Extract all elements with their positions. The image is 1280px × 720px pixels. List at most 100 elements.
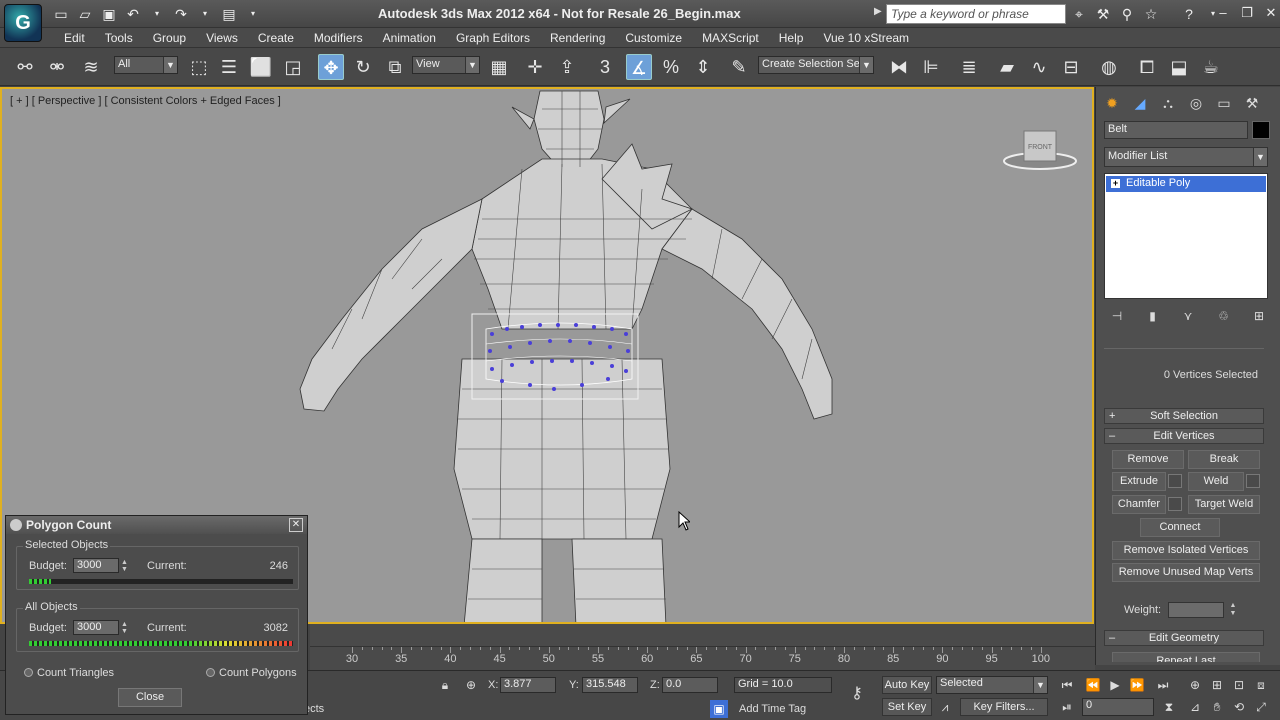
track-bar[interactable]: 30 35 40 45 50 55 60 65 70 75 80 85 90 95 100	[310, 646, 1095, 668]
spinner-snap-icon[interactable]: ⇕	[690, 54, 716, 80]
save-icon[interactable]: ▣	[100, 5, 118, 23]
zoom-icon[interactable]: ⊕	[1186, 676, 1204, 694]
show-end-result-icon[interactable]: ▮	[1144, 307, 1162, 325]
weight-spinner-icon[interactable]: ▲ ▼	[1228, 602, 1238, 618]
material-editor-icon[interactable]: ◍	[1096, 54, 1122, 80]
zoom-all-icon[interactable]: ⊞	[1208, 676, 1226, 694]
object-color-swatch[interactable]	[1252, 121, 1270, 139]
count-polygons-radio[interactable]: Count Polygons	[206, 667, 297, 679]
extrude-settings-icon[interactable]	[1168, 474, 1182, 488]
edit-vertices-rollout[interactable]: – Edit Vertices	[1104, 428, 1264, 444]
curve-editor-icon[interactable]: ∿	[1026, 54, 1052, 80]
pan-view-icon[interactable]: ✋︎	[1208, 698, 1226, 716]
close-button[interactable]: Close	[118, 688, 182, 707]
close-icon[interactable]: ✕	[1262, 4, 1280, 22]
menu-edit[interactable]: Edit	[54, 31, 95, 45]
modifier-stack-item[interactable]: + Editable Poly	[1106, 176, 1266, 192]
search-input[interactable]: Type a keyword or phrase	[886, 4, 1066, 24]
target-weld-button[interactable]: Target Weld	[1188, 495, 1260, 514]
menu-graph-editors[interactable]: Graph Editors	[446, 31, 540, 45]
schematic-view-icon[interactable]: ⊟	[1058, 54, 1084, 80]
align-icon[interactable]: ⊫	[918, 54, 944, 80]
menu-animation[interactable]: Animation	[373, 31, 446, 45]
subscription-icon[interactable]: ⚒	[1094, 5, 1112, 23]
repeat-last-button[interactable]: Repeat Last	[1112, 652, 1260, 662]
percent-snap-icon[interactable]: %	[658, 54, 684, 80]
soft-selection-rollout[interactable]: + Soft Selection	[1104, 408, 1264, 424]
set-key-curve-icon[interactable]: ⩘	[936, 698, 954, 716]
pivot-center-icon[interactable]: ▦	[486, 54, 512, 80]
redo-icon[interactable]: ↷	[172, 5, 190, 23]
modify-tab-icon[interactable]: ◢	[1130, 93, 1150, 113]
make-unique-icon[interactable]: ⋎	[1179, 307, 1197, 325]
configure-modifier-sets-icon[interactable]: ⊞	[1250, 307, 1268, 325]
project-folder-icon[interactable]: ▤	[220, 5, 238, 23]
open-file-icon[interactable]: ▱	[76, 5, 94, 23]
selection-filter-dropdown[interactable]: All ▼	[114, 56, 178, 74]
remove-isolated-vertices-button[interactable]: Remove Isolated Vertices	[1112, 541, 1260, 560]
select-and-rotate-icon[interactable]: ↻	[350, 54, 376, 80]
edit-geometry-rollout[interactable]: – Edit Geometry	[1104, 630, 1264, 646]
customize-dropdown-icon[interactable]: ▾	[244, 5, 262, 23]
menu-group[interactable]: Group	[143, 31, 196, 45]
redo-dropdown-icon[interactable]: ▾	[196, 5, 214, 23]
window-crossing-icon[interactable]: ◲	[280, 54, 306, 80]
select-by-name-icon[interactable]: ☰	[216, 54, 242, 80]
time-slider[interactable]: 30 35 40 45 50 55 60 65 70 75 80 85 90 95 100	[310, 624, 1095, 670]
add-time-tag[interactable]: Add Time Tag	[739, 703, 806, 715]
create-tab-icon[interactable]: ✹	[1102, 93, 1122, 113]
go-to-start-icon[interactable]: ⏮	[1058, 676, 1076, 694]
display-tab-icon[interactable]: ▭	[1214, 93, 1234, 113]
menu-tools[interactable]: Tools	[95, 31, 143, 45]
extrude-button[interactable]: Extrude	[1112, 472, 1166, 491]
close-icon[interactable]: ✕	[289, 518, 303, 532]
keyboard-shortcut-override-icon[interactable]: ⇪	[554, 54, 580, 80]
bind-space-warp-icon[interactable]: ≋	[78, 54, 104, 80]
key-set-dropdown[interactable]: Selected ▼	[936, 676, 1048, 694]
chamfer-settings-icon[interactable]	[1168, 497, 1182, 511]
menu-maxscript[interactable]: MAXScript	[692, 31, 769, 45]
graphite-modeling-icon[interactable]: ▰	[994, 54, 1020, 80]
go-to-end-icon[interactable]: ⏭	[1154, 676, 1172, 694]
object-name-field[interactable]: Belt	[1104, 121, 1248, 139]
maximize-viewport-icon[interactable]: ⤢	[1252, 698, 1270, 716]
menu-modifiers[interactable]: Modifiers	[304, 31, 373, 45]
minimize-icon[interactable]: –	[1214, 4, 1232, 22]
key-filters-button[interactable]: Key Filters...	[960, 698, 1048, 716]
current-frame-field[interactable]: 0	[1082, 698, 1154, 716]
undo-dropdown-icon[interactable]: ▾	[148, 5, 166, 23]
next-frame-icon[interactable]: ⏩	[1128, 676, 1146, 694]
new-file-icon[interactable]: ▭	[52, 5, 70, 23]
select-and-scale-icon[interactable]: ⧉	[382, 54, 408, 80]
set-key-button[interactable]: Set Key	[882, 698, 932, 716]
layer-manager-icon[interactable]: ≣	[956, 54, 982, 80]
reference-coordinate-dropdown[interactable]: View ▼	[412, 56, 480, 74]
remove-unused-map-verts-button[interactable]: Remove Unused Map Verts	[1112, 563, 1260, 582]
angle-snap-icon[interactable]: ∡	[626, 54, 652, 80]
menu-views[interactable]: Views	[196, 31, 248, 45]
motion-tab-icon[interactable]: ◎	[1186, 93, 1206, 113]
remove-button[interactable]: Remove	[1112, 450, 1184, 469]
weight-input[interactable]	[1168, 602, 1224, 618]
key-mode-toggle-icon[interactable]: ⏯	[1058, 698, 1076, 716]
time-configuration-icon[interactable]: ⧗	[1160, 698, 1178, 716]
render-setup-icon[interactable]: ⧠	[1134, 54, 1160, 80]
unlink-icon[interactable]: ⚮	[44, 54, 70, 80]
menu-rendering[interactable]: Rendering	[540, 31, 615, 45]
x-coordinate-field[interactable]: 3.877	[500, 677, 556, 693]
play-icon[interactable]: ▶	[1106, 676, 1124, 694]
budget-spinner-icon[interactable]: ▲ ▼	[121, 621, 129, 635]
y-coordinate-field[interactable]: 315.548	[582, 677, 638, 693]
modifier-list-dropdown[interactable]: Modifier List ▼	[1104, 147, 1268, 167]
edit-named-selection-icon[interactable]: ✎	[726, 54, 752, 80]
snaps-toggle-icon[interactable]: 3	[592, 54, 618, 80]
render-production-icon[interactable]: ☕	[1198, 54, 1224, 80]
absolute-mode-icon[interactable]: ⊕	[462, 676, 480, 694]
communication-center-icon[interactable]: ⚲	[1118, 5, 1136, 23]
utilities-tab-icon[interactable]: ⚒	[1242, 93, 1262, 113]
break-button[interactable]: Break	[1188, 450, 1260, 469]
menu-create[interactable]: Create	[248, 31, 304, 45]
menu-vue-xstream[interactable]: Vue 10 xStream	[813, 31, 919, 45]
mirror-icon[interactable]: ⧓	[886, 54, 912, 80]
count-triangles-radio[interactable]: Count Triangles	[24, 667, 114, 679]
